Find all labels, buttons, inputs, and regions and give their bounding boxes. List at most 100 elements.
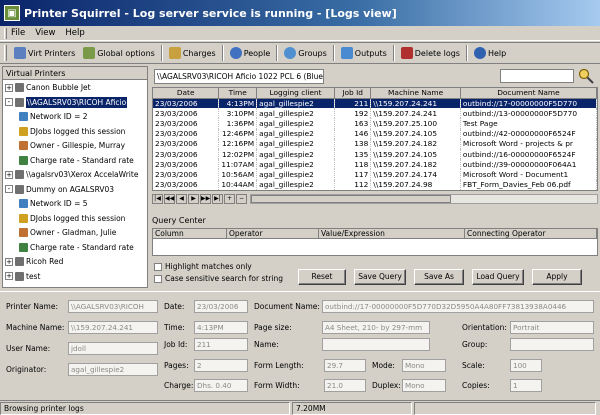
save-as-button[interactable]: Save As [414,269,464,285]
next-record-button[interactable]: ▶ [188,193,199,204]
column-header[interactable]: Date [153,88,220,99]
table-cell: agal_gillespie2 [256,108,335,119]
toolbar-separator [392,45,395,61]
pages-field[interactable]: 2 [194,359,248,372]
tree-node[interactable]: DJobs logged this session [19,126,145,137]
tree-node[interactable]: + test [5,271,145,282]
groups-button[interactable]: Groups [280,44,331,62]
virtual-printers-panel: Virtual Printers + Canon Bubble Jet - \\AGA… [2,66,148,288]
tree-node[interactable]: Owner - Gillespie, Murray [19,140,145,151]
originator-field[interactable]: agal_gillespie2 [68,363,158,376]
reset-button[interactable]: Reset [298,269,346,285]
expand-icon[interactable]: + [5,170,13,179]
table-row[interactable]: 23/03/2006 11:07AM agal_gillespie2 118 \\159… [153,159,597,170]
prev-page-button[interactable]: ◀◀ [164,193,175,204]
name-field[interactable] [322,338,430,351]
group-label: Group: [462,340,488,349]
tree-node[interactable]: + \\agalsrv03\Xerox AccelaWrite [5,169,145,180]
tree-node[interactable]: Charge rate - Standard rate [19,155,145,166]
table-row[interactable]: 23/03/2006 10:44AM agal_gillespie2 112 \\159… [153,179,597,190]
collapse-icon[interactable]: - [5,185,13,193]
outputs-button[interactable]: Outputs [337,44,391,62]
expand-icon[interactable]: + [5,83,13,92]
tree-node[interactable]: Network ID = 2 [19,111,145,122]
load-query-button[interactable]: Load Query [472,269,524,285]
search-input[interactable] [500,69,574,83]
insert-record-button[interactable]: + [224,193,235,204]
table-cell: 10:56AM [218,169,258,180]
horizontal-scrollbar[interactable] [250,193,598,204]
delete-record-button[interactable]: − [236,193,247,204]
people-button[interactable]: People [226,44,275,62]
tree-node[interactable]: Charge rate - Standard rate [19,242,145,253]
network-icon [19,112,28,121]
help-button[interactable]: Help [470,44,510,62]
document-name-field[interactable]: outbind://17-00000000F5D770D32D5950A4A80… [322,300,594,313]
printer-name-field[interactable]: \\AGALSRV03\RICOH [68,300,158,313]
mode-field[interactable]: Mono [402,359,446,372]
table-cell: \\159.207.24.241 [370,108,461,119]
table-row[interactable]: 23/03/2006 10:56AM agal_gillespie2 117 \\159… [153,169,597,180]
table-cell: FBT_Form_Davies_Feb 06.pdf [460,179,597,190]
expand-icon[interactable]: + [5,257,13,266]
apply-button[interactable]: Apply [532,269,582,285]
toolbar-separator [276,45,279,61]
table-row[interactable]: 23/03/2006 12:46PM agal_gillespie2 146 \\159… [153,128,597,139]
scale-field[interactable]: 100 [510,359,542,372]
menu-help[interactable]: Help [65,28,84,38]
orientation-field[interactable]: Portrait [510,321,594,334]
duplex-field[interactable]: Mono [402,379,446,392]
machine-name-field[interactable]: \\159.207.24.241 [68,321,158,334]
job-id-field[interactable]: 211 [194,338,248,351]
prev-record-button[interactable]: ◀ [176,193,187,204]
column-header[interactable]: Machine Name [370,88,461,99]
first-record-button[interactable]: |◀ [152,193,163,204]
tree-node[interactable]: - \\AGALSRV03\RICOH Aficio [5,96,145,108]
scrollbar-thumb[interactable] [251,194,451,203]
search-icon[interactable] [578,68,594,84]
tree-node[interactable]: - Dummy on AGALSRV03 [5,184,145,195]
table-row[interactable]: 23/03/2006 4:13PM agal_gillespie2 211 \\159.… [153,98,597,109]
form-length-field[interactable]: 29.7 [324,359,366,372]
last-record-button[interactable]: ▶| [212,193,223,204]
global-options-button[interactable]: Global options [79,44,159,62]
case-sensitive-checkbox[interactable]: Case sensitive search for string [154,274,283,283]
highlight-matches-checkbox[interactable]: Highlight matches only [154,262,252,271]
tree-node[interactable]: DJobs logged this session [19,213,145,224]
page-size-field[interactable]: A4 Sheet, 210- by 297-mm [322,321,430,334]
menu-view[interactable]: View [35,28,55,38]
delete-logs-button[interactable]: Delete logs [397,44,464,62]
next-page-button[interactable]: ▶▶ [200,193,211,204]
save-query-button[interactable]: Save Query [354,269,406,285]
tree-node[interactable]: + Ricoh Red [5,256,145,267]
collapse-icon[interactable]: - [5,98,13,106]
tree-node[interactable]: Owner - Gladman, Julie [19,227,145,238]
table-row[interactable]: 23/03/2006 12:02PM agal_gillespie2 135 \\159… [153,148,597,160]
user-name-field[interactable]: jdoll [68,342,158,355]
group-field[interactable] [510,338,594,351]
tree-node[interactable]: Network ID = 5 [19,198,145,209]
menu-file[interactable]: File [11,28,25,38]
column-header[interactable]: Time [218,88,258,99]
table-row[interactable]: 23/03/2006 3:10PM agal_gillespie2 192 \\159.… [153,108,597,119]
expand-icon[interactable]: + [5,272,13,280]
table-cell: 23/03/2006 [153,169,220,180]
column-header[interactable]: Logging client [256,88,335,99]
table-row[interactable]: 23/03/2006 1:36PM agal_gillespie2 163 \\159.… [153,118,597,129]
column-header[interactable]: Job Id [334,88,372,99]
time-field[interactable]: 4:13PM [194,321,248,334]
tree-node[interactable]: + Canon Bubble Jet [5,82,145,93]
charge-field[interactable]: Dhs. 0.40 [194,379,248,392]
checkbox-box[interactable] [154,262,162,271]
table-cell: 23/03/2006 [153,148,220,160]
virt-printers-button[interactable]: Virt Printers [10,44,79,62]
tree-node-label: DJobs logged this session [30,213,126,223]
table-row[interactable]: 23/03/2006 12:16PM agal_gillespie2 138 \\159… [153,138,597,149]
checkbox-box[interactable] [154,274,162,283]
column-header[interactable]: Document Name [460,88,597,99]
query-grid[interactable]: Column Operator Value/Expression Connect… [152,228,598,256]
date-field[interactable]: 23/03/2006 [194,300,248,313]
copies-field[interactable]: 1 [510,379,542,392]
charges-button[interactable]: Charges [165,44,220,62]
form-width-field[interactable]: 21.0 [324,379,366,392]
